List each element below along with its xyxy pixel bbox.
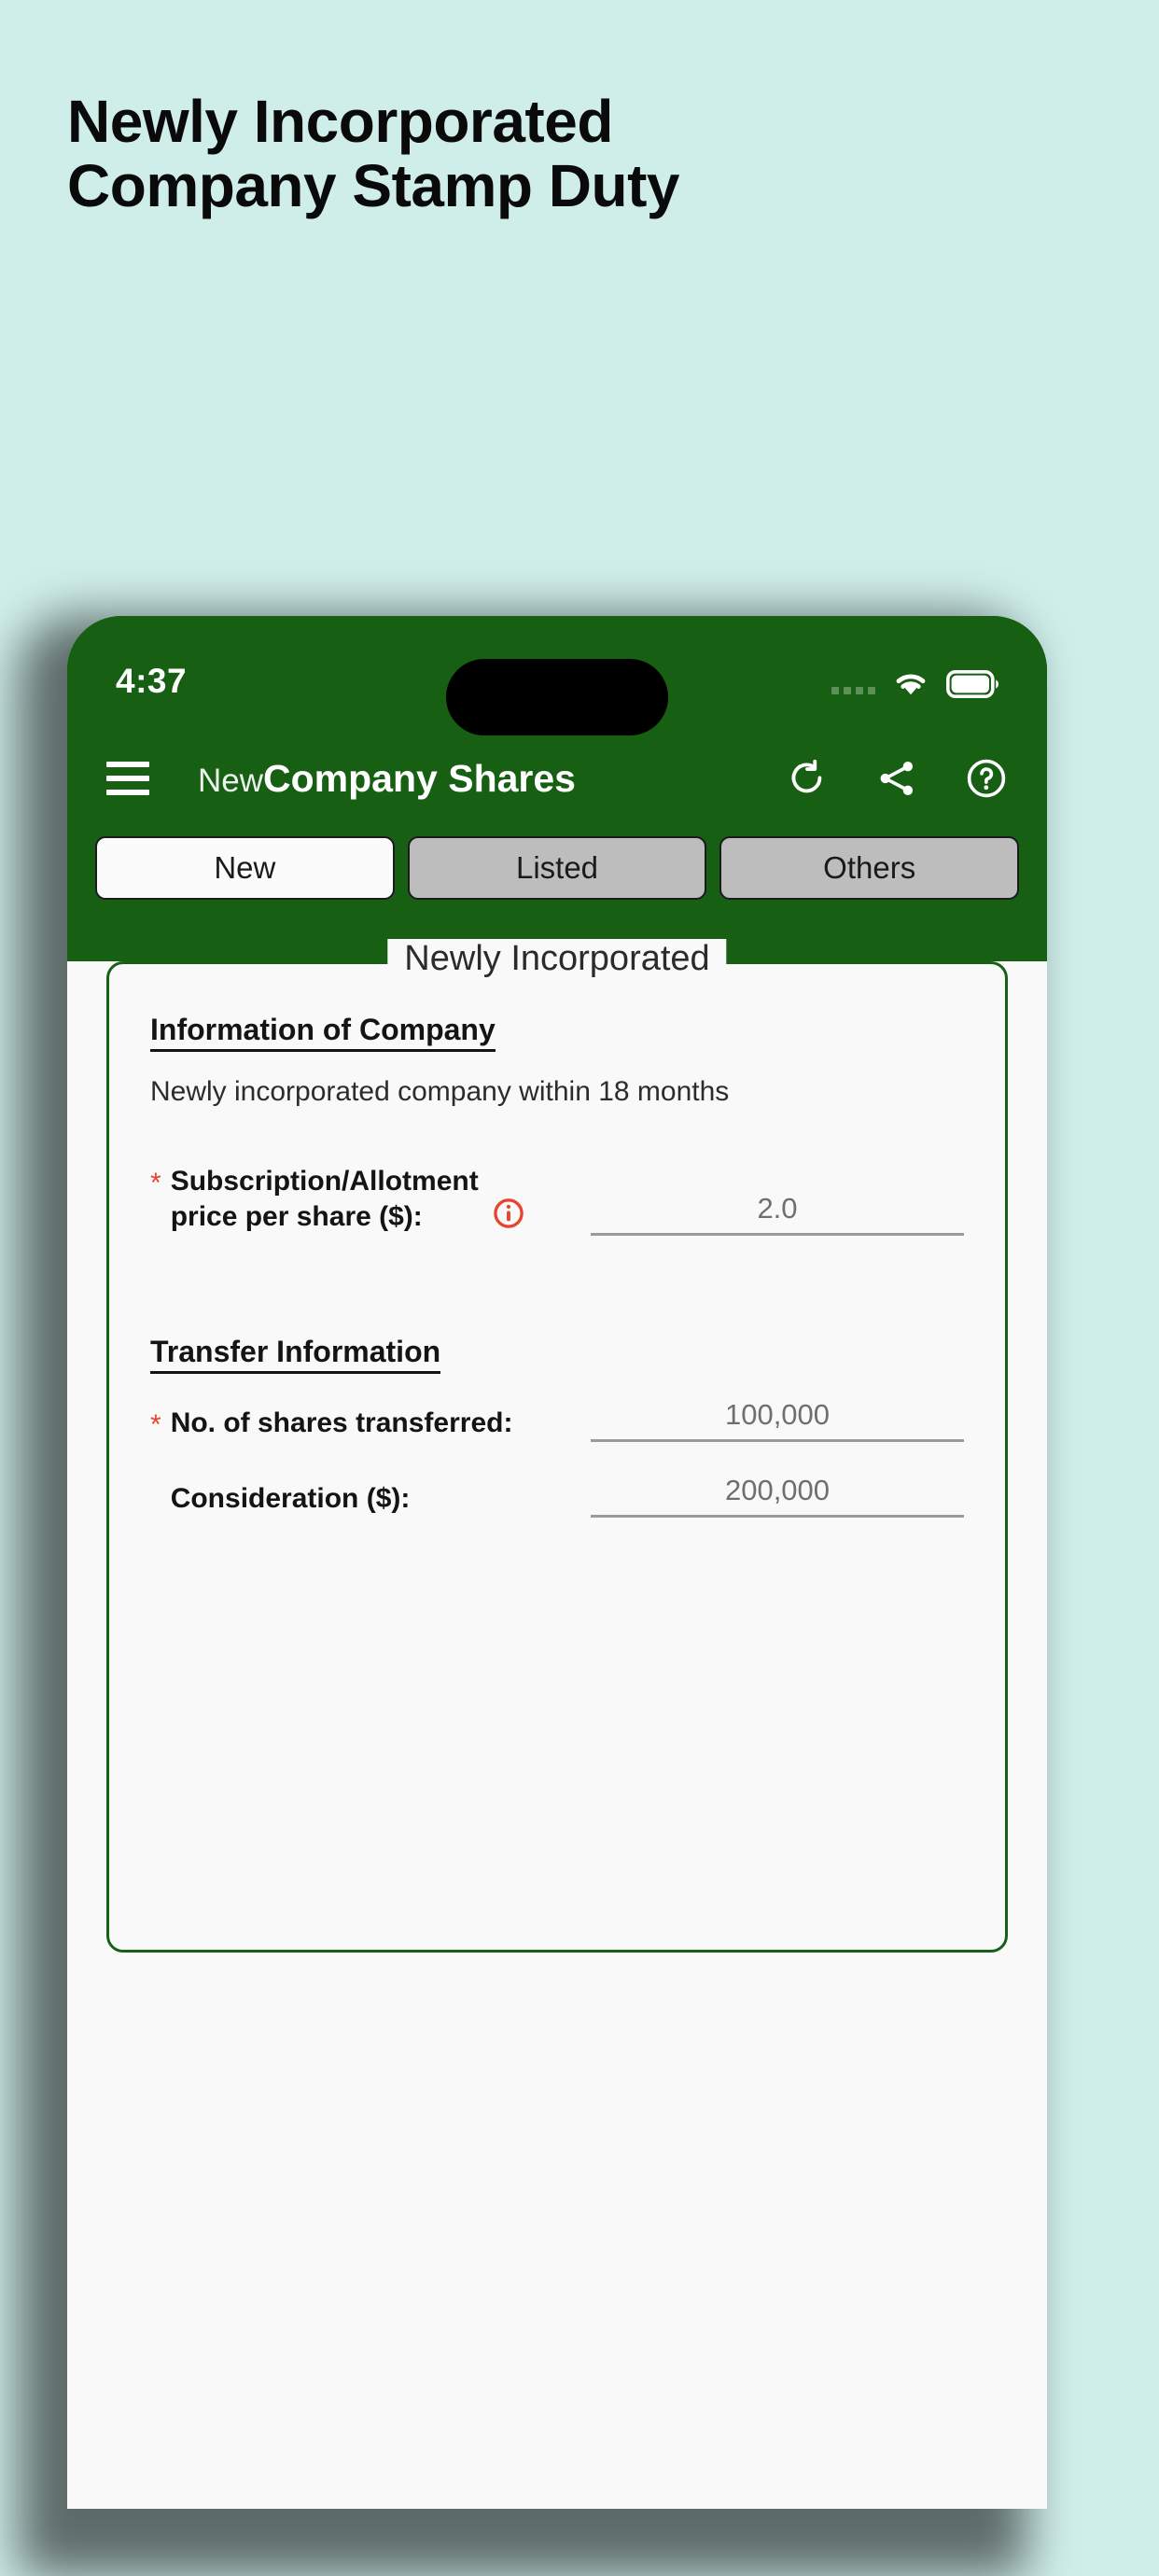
transfer-info-section: Transfer Information xyxy=(150,1335,964,1398)
tab-others[interactable]: Others xyxy=(719,836,1020,900)
price-label-line2: price per share ($): xyxy=(170,1201,423,1233)
tab-new[interactable]: New xyxy=(95,836,395,900)
shares-transferred-label: No. of shares transferred: xyxy=(170,1407,513,1439)
price-per-share-label-wrap: * Subscription/Allotment price per share … xyxy=(150,1164,479,1236)
info-circle-icon[interactable] xyxy=(492,1197,525,1230)
phone-device-frame: 4:37 NewCompany Shares New Listed Others… xyxy=(67,616,1047,2509)
consideration-label: Consideration ($): xyxy=(170,1483,411,1515)
required-asterisk: * xyxy=(150,1409,161,1441)
consideration-field-row: * Consideration ($): 200,000 xyxy=(150,1474,964,1518)
shares-transferred-input[interactable]: 100,000 xyxy=(591,1398,964,1442)
app-bar: NewCompany Shares xyxy=(67,728,1047,829)
consideration-label-wrap: * Consideration ($): xyxy=(150,1481,411,1517)
price-per-share-label: Subscription/Allotment price per share ($… xyxy=(171,1164,479,1236)
form-card-legend: Newly Incorporated xyxy=(387,939,727,979)
newly-incorporated-form-card: Newly Incorporated Information of Compan… xyxy=(106,939,1008,1953)
battery-icon xyxy=(946,670,998,698)
tab-bar: New Listed Others xyxy=(67,829,1047,917)
price-per-share-field-row: * Subscription/Allotment price per share … xyxy=(150,1164,964,1236)
company-info-heading: Information of Company xyxy=(150,1013,496,1052)
required-asterisk: * xyxy=(150,1168,161,1198)
promo-headline: Newly Incorporated Company Stamp Duty xyxy=(67,88,679,220)
status-bar-indicators xyxy=(831,666,998,698)
signal-dots-icon xyxy=(831,687,875,698)
shares-transferred-field-row: * No. of shares transferred: 100,000 xyxy=(150,1398,964,1442)
app-title-main: Company Shares xyxy=(263,756,576,800)
transfer-info-heading: Transfer Information xyxy=(150,1335,441,1374)
shares-transferred-label-wrap: * No. of shares transferred: xyxy=(150,1406,512,1441)
hamburger-menu-icon[interactable] xyxy=(106,762,149,795)
tab-listed[interactable]: Listed xyxy=(407,836,707,900)
consideration-input[interactable]: 200,000 xyxy=(591,1474,964,1518)
price-per-share-input[interactable]: 2.0 xyxy=(591,1192,964,1236)
content-area: Newly Incorporated Information of Compan… xyxy=(67,939,1047,2509)
wifi-icon xyxy=(896,674,926,695)
share-icon[interactable] xyxy=(875,757,918,800)
status-bar: 4:37 xyxy=(67,616,1047,735)
refresh-icon[interactable] xyxy=(786,757,829,800)
help-icon[interactable] xyxy=(965,757,1008,800)
company-info-section: Information of Company Newly incorporate… xyxy=(150,1013,964,1108)
app-bar-actions xyxy=(786,757,1008,800)
status-bar-time: 4:37 xyxy=(116,662,188,700)
price-label-line1: Subscription/Allotment xyxy=(170,1166,479,1197)
dynamic-island xyxy=(446,659,668,735)
app-bar-title: NewCompany Shares xyxy=(198,757,576,801)
app-title-prefix: New xyxy=(198,762,264,799)
company-info-note: Newly incorporated company within 18 mon… xyxy=(150,1076,730,1107)
